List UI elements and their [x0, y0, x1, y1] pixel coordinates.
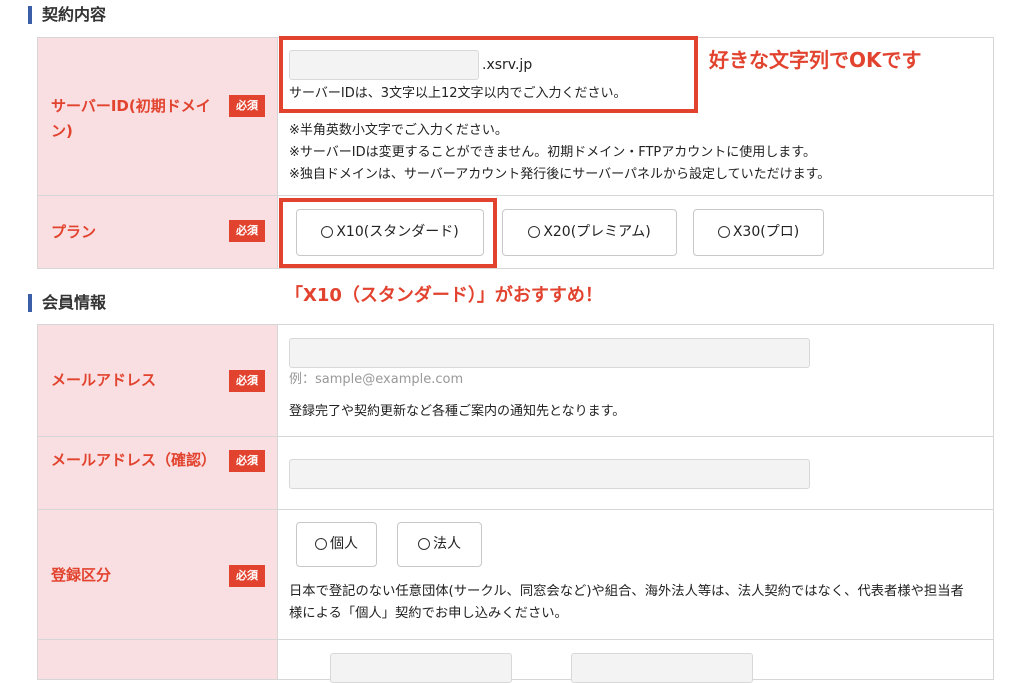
email-input[interactable] — [289, 338, 810, 368]
registration-type-row: 登録区分 必須 個人 法人 日本で登記のない任意団体(サークル、同窓会など)や組… — [37, 509, 994, 640]
email-confirm-row: メールアドレス（確認） 必須 — [37, 436, 994, 510]
email-row: メールアドレス 必須 例：sample@example.com 登録完了や契約更… — [37, 324, 994, 437]
member-form-table: メールアドレス 必須 例：sample@example.com 登録完了や契約更… — [37, 324, 994, 683]
name-input-2[interactable] — [571, 653, 753, 683]
plan-label: プラン — [51, 223, 97, 241]
plan-annotation: 「X10（スタンダード）」がおすすめ！ — [285, 285, 603, 306]
server-id-label: サーバーID(初期ドメイン) — [51, 97, 211, 140]
email-note: 登録完了や契約更新など各種ご案内の通知先となります。 — [289, 404, 626, 419]
plan-option-x20-label: X20(プレミアム) — [543, 224, 651, 240]
server-id-note-3: ※独自ドメインは、サーバーアカウント発行後にサーバーパネルから設定していただけま… — [289, 167, 831, 182]
email-confirm-label-cell: メールアドレス（確認） 必須 — [37, 436, 278, 510]
radio-circle-icon — [418, 538, 430, 550]
name-label-cell — [37, 639, 278, 680]
server-id-label-cell: サーバーID(初期ドメイン) 必須 — [37, 37, 278, 196]
registration-option-corporate[interactable]: 法人 — [397, 522, 482, 567]
email-content-cell: 例：sample@example.com 登録完了や契約更新など各種ご案内の通知… — [277, 324, 994, 437]
registration-type-label: 登録区分 — [51, 566, 112, 584]
required-badge: 必須 — [229, 220, 265, 242]
section-title-member: 会員情報 — [28, 294, 106, 312]
registration-type-note: 日本で登記のない任意団体(サークル、同窓会など)や組合、海外法人等は、法人契約で… — [289, 584, 964, 621]
required-badge: 必須 — [229, 450, 265, 472]
email-confirm-label: メールアドレス（確認） — [51, 451, 217, 469]
email-label-cell: メールアドレス 必須 — [37, 324, 278, 437]
required-badge: 必須 — [229, 565, 265, 587]
registration-option-corporate-label: 法人 — [433, 536, 461, 552]
registration-type-content-cell: 個人 法人 日本で登記のない任意団体(サークル、同窓会など)や組合、海外法人等は… — [277, 509, 994, 640]
radio-circle-icon — [315, 538, 327, 550]
plan-option-x30-label: X30(プロ) — [732, 224, 800, 240]
email-confirm-content-cell — [277, 436, 994, 510]
required-badge: 必須 — [229, 95, 265, 117]
name-input-1[interactable] — [330, 653, 512, 683]
server-id-note-2: ※サーバーIDは変更することができません。初期ドメイン・FTPアカウントに使用し… — [289, 145, 816, 160]
name-row-partial — [37, 639, 994, 683]
name-content-cell — [277, 639, 994, 683]
registration-option-individual-label: 個人 — [330, 536, 358, 552]
plan-label-cell: プラン 必須 — [37, 195, 278, 269]
server-id-note-1: ※半角英数小文字でご入力ください。 — [289, 123, 508, 138]
plan-option-x30[interactable]: X30(プロ) — [693, 209, 824, 256]
email-confirm-input[interactable] — [289, 459, 810, 489]
server-id-annotation: 好きな文字列でOKです — [709, 48, 922, 72]
section-title-contract: 契約内容 — [28, 6, 106, 24]
server-id-highlight-box — [279, 36, 698, 113]
required-badge: 必須 — [229, 370, 265, 392]
email-label: メールアドレス — [51, 371, 157, 389]
plan-highlight-box — [279, 198, 497, 268]
radio-circle-icon — [528, 226, 541, 238]
registration-option-individual[interactable]: 個人 — [296, 522, 377, 567]
plan-row: プラン 必須 X10(スタンダード) X20(プレミアム) X30(プロ) — [37, 195, 994, 269]
plan-option-x20[interactable]: X20(プレミアム) — [502, 209, 677, 256]
registration-type-label-cell: 登録区分 必須 — [37, 509, 278, 640]
email-placeholder: 例：sample@example.com — [289, 372, 464, 387]
radio-circle-icon — [717, 226, 730, 238]
